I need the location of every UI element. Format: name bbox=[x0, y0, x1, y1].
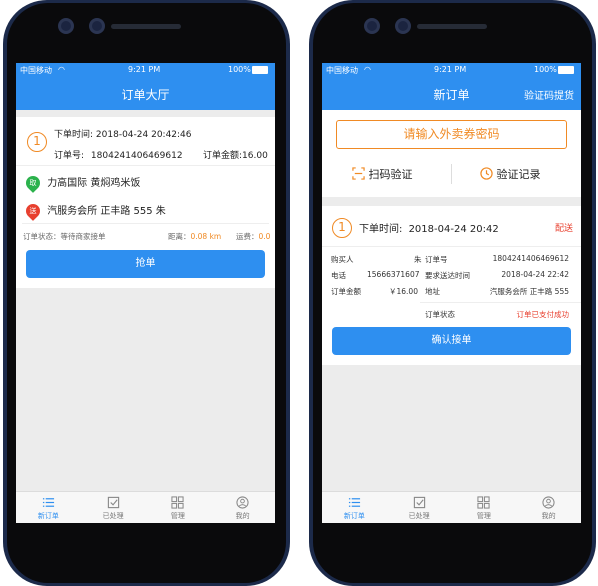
carrier-label: 中国移动 bbox=[20, 66, 52, 75]
tab-new-orders[interactable]: 新订单 bbox=[16, 492, 81, 523]
clock-icon bbox=[480, 167, 493, 180]
clock-label: 9:21 PM bbox=[434, 65, 467, 74]
user-icon bbox=[542, 496, 555, 509]
order-no-value: 1804241406469612 bbox=[90, 151, 183, 161]
battery-icon bbox=[252, 66, 268, 74]
tab-label: 已处理 bbox=[102, 512, 124, 520]
front-camera-icon bbox=[58, 18, 74, 34]
distance-info: 距离：0.08 km bbox=[168, 232, 222, 241]
tab-manage[interactable]: 管理 bbox=[146, 492, 211, 523]
amount-value: ￥16.00 bbox=[389, 287, 418, 296]
required-time-label: 要求送达时间 bbox=[425, 271, 470, 280]
order-no-label: 订单号: bbox=[54, 151, 85, 161]
grab-order-button[interactable]: 抢单 bbox=[26, 250, 265, 278]
buyer-value: 朱 bbox=[414, 255, 422, 264]
page-title: 订单大厅 bbox=[121, 88, 170, 102]
order-time-value: 2018-04-24 20:42:46 bbox=[95, 130, 192, 140]
fee-value: 0.0 bbox=[258, 232, 271, 241]
wifi-icon: ◠ bbox=[364, 65, 371, 74]
list-icon bbox=[42, 498, 54, 507]
order-state-value: 订单已支付成功 bbox=[516, 310, 570, 319]
coupon-code-button[interactable]: 请输入外卖券密码 bbox=[336, 120, 567, 149]
battery-label: 100% bbox=[534, 65, 557, 74]
tab-bar: 新订单 已处理 管理 我的 bbox=[322, 491, 581, 523]
tab-label: 新订单 bbox=[343, 512, 365, 520]
earpiece-speaker bbox=[417, 24, 487, 29]
phone-value[interactable]: 15666371607 bbox=[367, 270, 420, 279]
user-icon bbox=[236, 496, 249, 509]
scan-icon bbox=[352, 167, 365, 180]
order-index-badge: 1 bbox=[27, 132, 47, 152]
left-phone-frame: 中国移动 ◠ 9:21 PM 100% 订单大厅 1 下单时间: 2018-04… bbox=[3, 0, 290, 586]
required-time-value: 2018-04-24 22:42 bbox=[501, 270, 569, 279]
grid-icon bbox=[477, 496, 490, 509]
order-no-label: 订单号 bbox=[425, 255, 448, 264]
delivery-pin-icon: 送 bbox=[23, 201, 43, 221]
verify-record-label: 验证记录 bbox=[496, 168, 541, 181]
phone-label: 电话 bbox=[331, 271, 346, 280]
tab-label: 管理 bbox=[476, 512, 491, 520]
fee-info: 运费：0.0 bbox=[236, 232, 271, 241]
pickup-pin-icon: 取 bbox=[23, 173, 43, 193]
amount-label: 订单金额 bbox=[331, 287, 361, 296]
tab-label: 已处理 bbox=[408, 512, 430, 520]
order-time-label: 下单时间: bbox=[54, 130, 94, 140]
order-state: 订单状态：等待商家接单 bbox=[23, 232, 106, 241]
tab-label: 我的 bbox=[541, 512, 556, 520]
right-phone-frame: 中国移动 ◠ 9:21 PM 100% 新订单 验证码提货 请输入外卖券密码 扫… bbox=[309, 0, 596, 586]
code-pickup-link[interactable]: 验证码提货 bbox=[524, 87, 574, 102]
order-no-value: 1804241406469612 bbox=[492, 254, 569, 263]
verify-panel: 请输入外卖券密码 扫码验证 验证记录 bbox=[322, 110, 581, 197]
scan-verify-label: 扫码验证 bbox=[368, 168, 413, 181]
nav-bar: 订单大厅 bbox=[16, 78, 275, 110]
order-card[interactable]: 1 下单时间: 2018-04-24 20:42:46 订单号: 1804241… bbox=[16, 117, 275, 288]
order-amount-value: 16.00 bbox=[242, 151, 268, 161]
battery-label: 100% bbox=[228, 65, 251, 74]
pickup-address: 力高国际 黄焖鸡米饭 bbox=[47, 178, 141, 189]
front-sensor-icon bbox=[395, 18, 411, 34]
order-index-badge: 1 bbox=[332, 218, 352, 238]
order-state-label: 订单状态 bbox=[425, 310, 455, 319]
delivery-type-badge: 配送 bbox=[554, 224, 573, 234]
delivery-address: 汽服务会所 正丰路 555 朱 bbox=[47, 206, 166, 217]
tab-label: 新订单 bbox=[37, 512, 59, 520]
verify-record-button[interactable]: 验证记录 bbox=[480, 166, 541, 182]
front-sensor-icon bbox=[89, 18, 105, 34]
address-label: 地址 bbox=[425, 287, 440, 296]
order-time-value: 2018-04-24 20:42 bbox=[408, 224, 499, 235]
tab-manage[interactable]: 管理 bbox=[452, 492, 517, 523]
order-amount-label: 订单金额: bbox=[203, 151, 243, 161]
front-camera-icon bbox=[364, 18, 380, 34]
grid-icon bbox=[171, 496, 184, 509]
battery-icon bbox=[558, 66, 574, 74]
status-bar: 中国移动 ◠ 9:21 PM 100% bbox=[16, 63, 275, 78]
distance-value: 0.08 km bbox=[190, 232, 222, 241]
scan-verify-button[interactable]: 扫码验证 bbox=[352, 166, 413, 182]
tab-mine[interactable]: 我的 bbox=[516, 492, 581, 523]
tab-new-orders[interactable]: 新订单 bbox=[322, 492, 387, 523]
order-card[interactable]: 1 下单时间: 2018-04-24 20:42 配送 购买人 朱 订单号 18… bbox=[322, 206, 581, 365]
tab-label: 管理 bbox=[170, 512, 185, 520]
checkbox-icon bbox=[107, 496, 119, 509]
right-screen: 中国移动 ◠ 9:21 PM 100% 新订单 验证码提货 请输入外卖券密码 扫… bbox=[322, 63, 581, 523]
tab-processed[interactable]: 已处理 bbox=[387, 492, 452, 523]
tab-bar: 新订单 已处理 管理 我的 bbox=[16, 491, 275, 523]
confirm-order-button[interactable]: 确认接单 bbox=[332, 327, 571, 355]
left-screen: 中国移动 ◠ 9:21 PM 100% 订单大厅 1 下单时间: 2018-04… bbox=[16, 63, 275, 523]
earpiece-speaker bbox=[111, 24, 181, 29]
wifi-icon: ◠ bbox=[58, 65, 65, 74]
address-value: 汽服务会所 正丰路 555 bbox=[489, 287, 569, 296]
tab-mine[interactable]: 我的 bbox=[210, 492, 275, 523]
checkbox-icon bbox=[413, 496, 425, 509]
status-bar: 中国移动 ◠ 9:21 PM 100% bbox=[322, 63, 581, 78]
order-time-label: 下单时间: bbox=[359, 224, 403, 235]
tab-processed[interactable]: 已处理 bbox=[81, 492, 146, 523]
buyer-label: 购买人 bbox=[331, 255, 354, 264]
carrier-label: 中国移动 bbox=[326, 66, 358, 75]
clock-label: 9:21 PM bbox=[128, 65, 161, 74]
list-icon bbox=[348, 498, 360, 507]
tab-label: 我的 bbox=[235, 512, 250, 520]
nav-bar: 新订单 验证码提货 bbox=[322, 78, 581, 110]
